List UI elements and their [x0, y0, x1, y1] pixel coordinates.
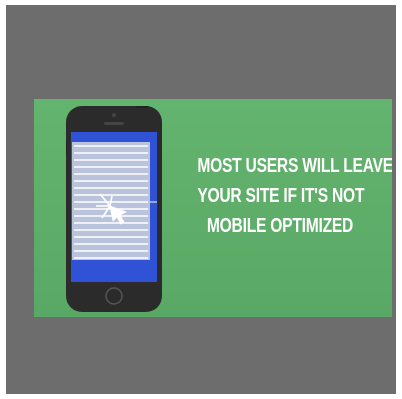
video-frame: MOST USERS WILL LEAVE YOUR SITE IF IT'S … — [6, 5, 396, 394]
headline-text: MOST USERS WILL LEAVE YOUR SITE IF IT'S … — [197, 151, 392, 241]
smartphone-icon — [66, 106, 162, 312]
headline-line-1: MOST USERS WILL LEAVE — [197, 155, 392, 177]
phone-camera — [112, 113, 116, 117]
phone-top-button — [136, 106, 148, 108]
phone-side-button — [66, 140, 67, 154]
headline-line-2: YOUR SITE IF IT'S NOT — [197, 185, 365, 207]
slide-panel: MOST USERS WILL LEAVE YOUR SITE IF IT'S … — [34, 99, 392, 317]
headline-line-3: MOBILE OPTIMIZED — [206, 215, 354, 237]
phone-speaker — [104, 122, 124, 125]
